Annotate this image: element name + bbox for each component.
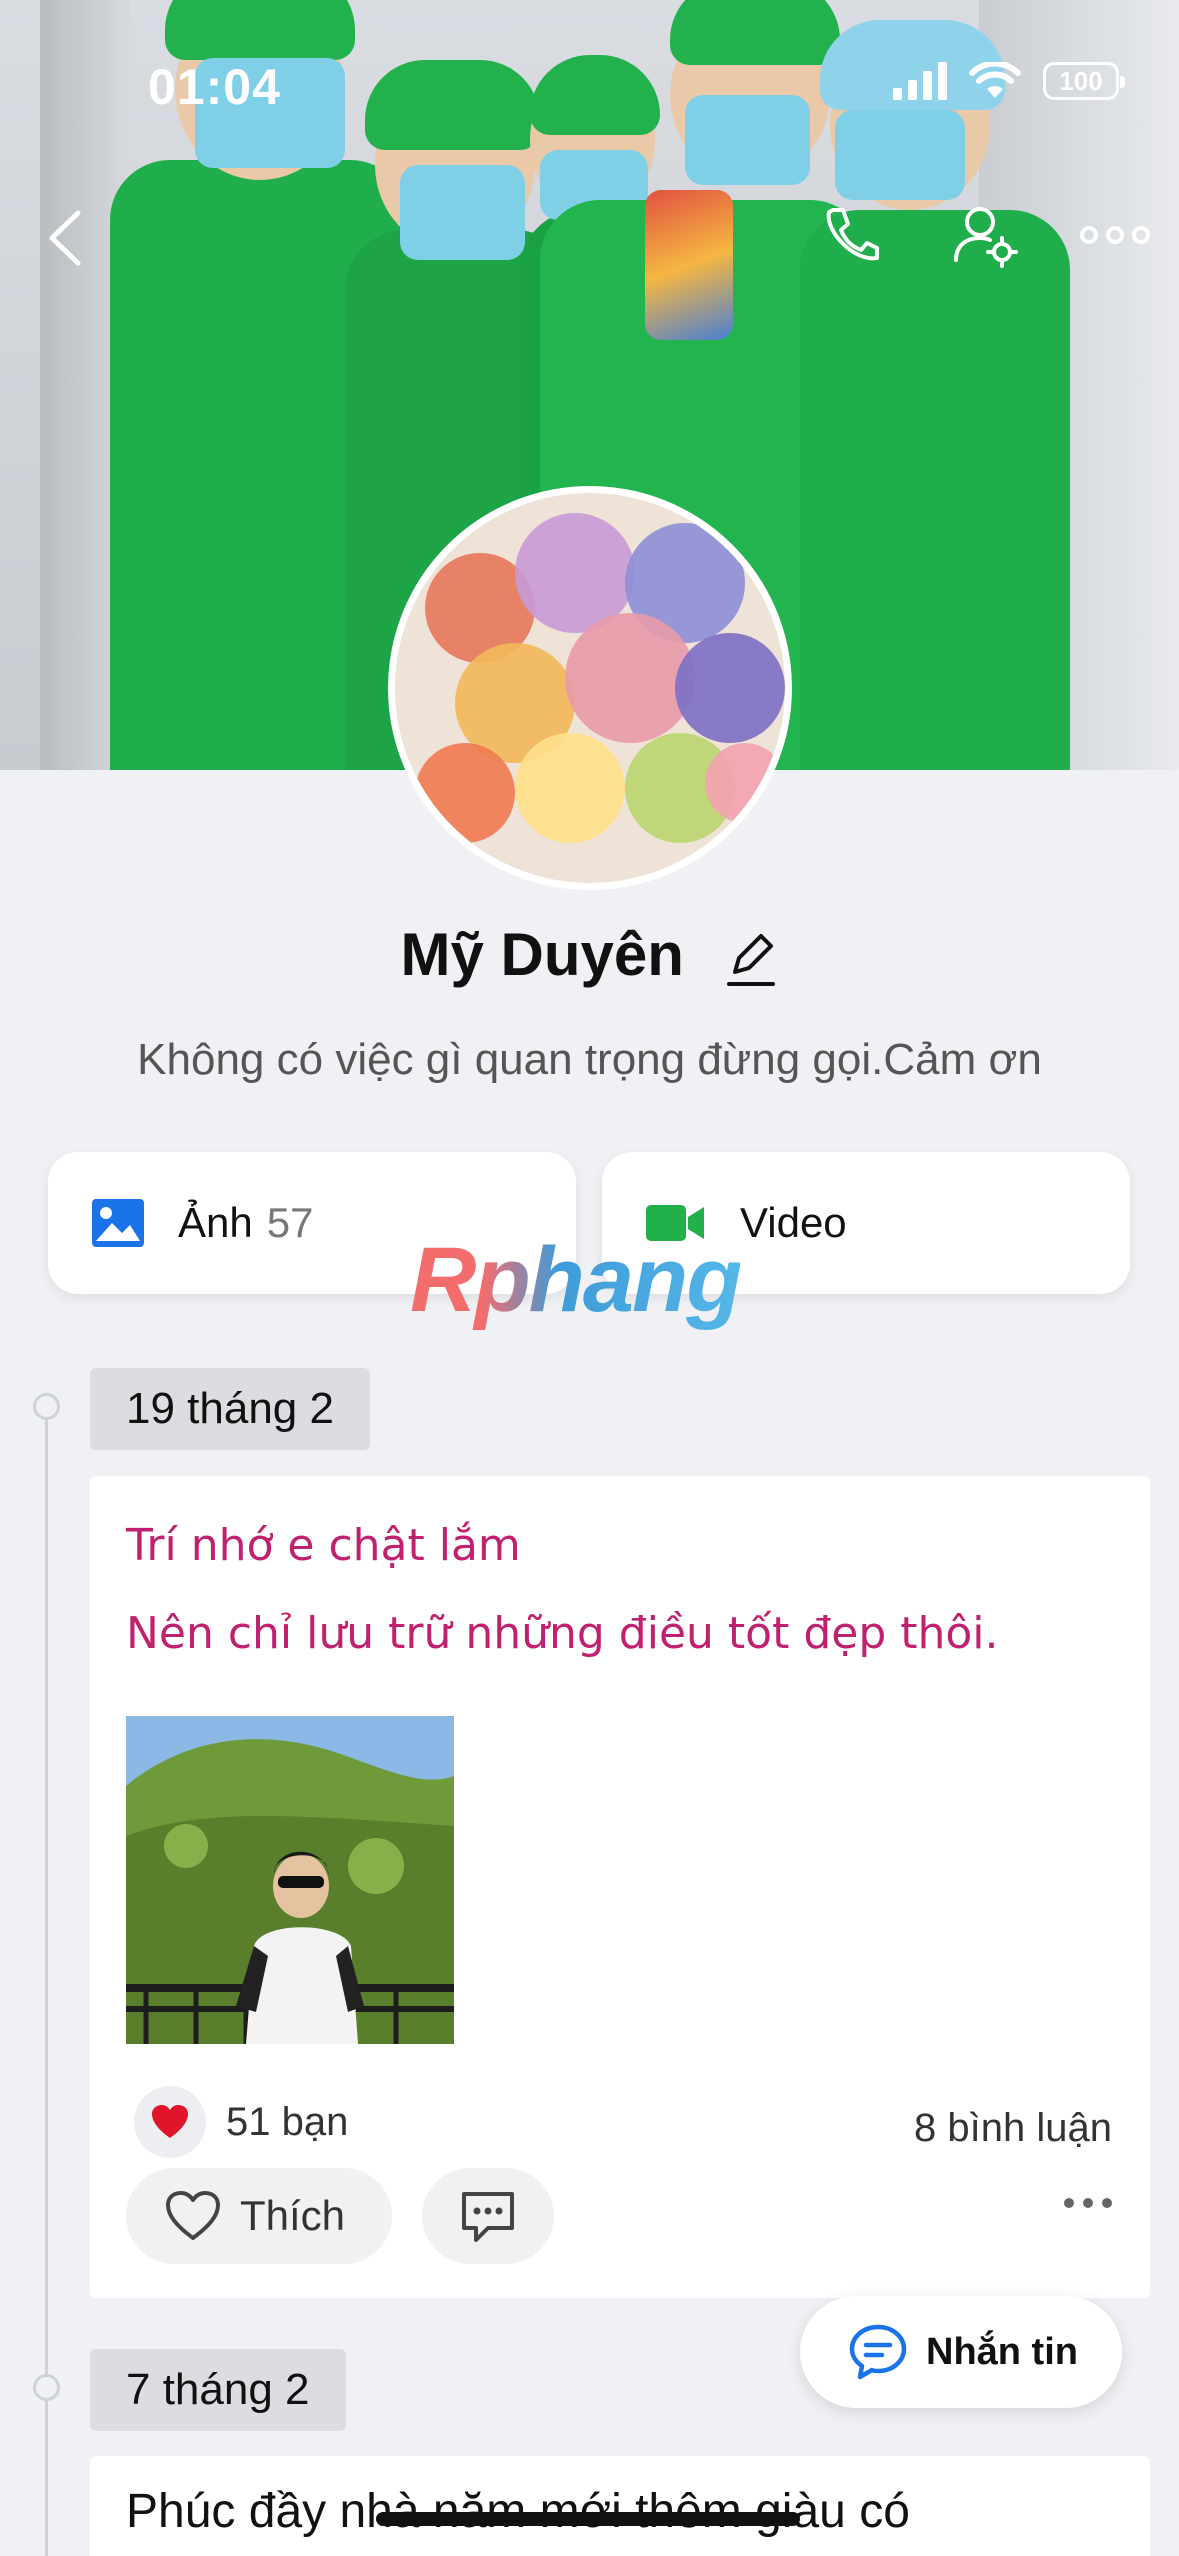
photos-label: Ảnh	[178, 1199, 253, 1246]
message-button[interactable]: Nhắn tin	[800, 2296, 1122, 2408]
user-settings-icon[interactable]	[950, 200, 1020, 270]
more-options-icon[interactable]	[1075, 200, 1155, 270]
timeline-post[interactable]: Phúc đầy nhà năm mới thêm giàu có	[90, 2456, 1150, 2556]
comment-button[interactable]	[422, 2168, 554, 2264]
message-label: Nhắn tin	[926, 2330, 1078, 2373]
wifi-icon	[969, 62, 1021, 98]
comments-count[interactable]: 8 bình luận	[914, 2106, 1112, 2151]
post-more-icon[interactable]	[1064, 2198, 1112, 2208]
photo-gallery-icon	[92, 1199, 144, 1247]
profile-name: Mỹ Duyên	[400, 921, 684, 988]
heart-outline-icon	[166, 2191, 220, 2240]
status-time: 01:04	[148, 59, 281, 115]
like-button[interactable]: Thích	[126, 2168, 392, 2264]
profile-name-row: Mỹ Duyên	[0, 920, 1179, 990]
edit-icon[interactable]	[723, 928, 779, 990]
videos-label: Video	[740, 1199, 847, 1246]
photos-count: 57	[266, 1199, 314, 1246]
timeline-dot	[33, 1393, 60, 1420]
post-text-line: Nên chỉ lưu trữ những điều tốt đẹp thôi.	[126, 1608, 999, 1659]
chat-bubble-icon	[849, 2324, 907, 2380]
reactions-count: 51 bạn	[226, 2099, 349, 2144]
profile-avatar[interactable]	[388, 486, 792, 890]
home-indicator[interactable]	[376, 2512, 800, 2526]
signal-icon	[893, 62, 947, 100]
watermark-logo: Rphang	[410, 1229, 742, 1331]
date-chip: 7 tháng 2	[90, 2349, 346, 2431]
post-text-line: Trí nhớ e chật lắm	[126, 1520, 521, 1571]
date-chip: 19 tháng 2	[90, 1368, 370, 1450]
profile-bio: Không có việc gì quan trọng đừng gọi.Cảm…	[137, 1035, 1042, 1084]
status-icons: 100	[893, 62, 1125, 100]
reactions-summary[interactable]: 51 bạn	[134, 2086, 348, 2158]
comment-icon	[462, 2192, 514, 2242]
heart-reaction-icon	[134, 2086, 206, 2158]
battery-level: 100	[1059, 65, 1103, 96]
timeline-dot	[33, 2374, 60, 2401]
back-icon[interactable]	[40, 205, 96, 271]
cover-phone	[645, 190, 733, 340]
post-photo-image	[126, 1716, 454, 2044]
phone-call-icon[interactable]	[815, 200, 885, 270]
timeline-post[interactable]: Trí nhớ e chật lắm Nên chỉ lưu trữ những…	[90, 1476, 1150, 2298]
post-photo[interactable]	[126, 1716, 454, 2044]
battery-icon: 100	[1043, 62, 1125, 100]
like-label: Thích	[240, 2192, 346, 2239]
